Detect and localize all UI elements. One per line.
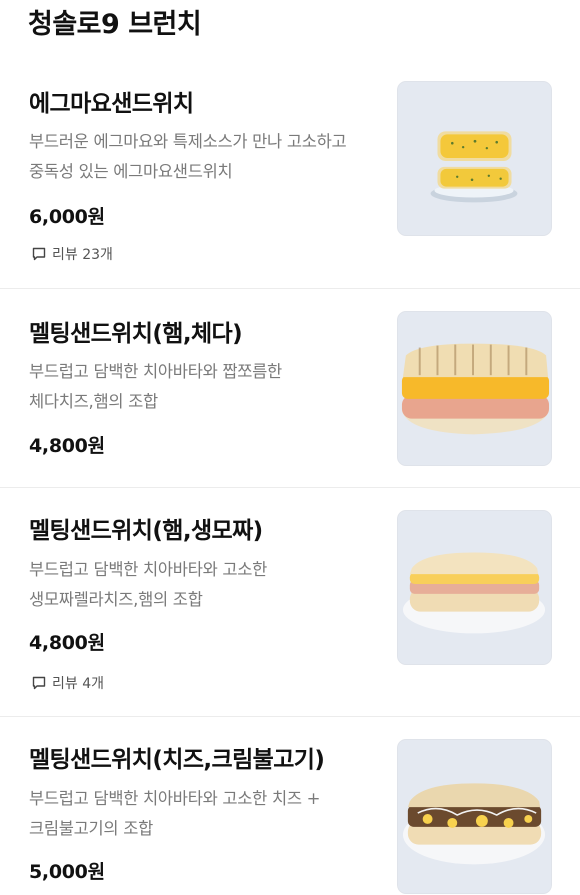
menu-item[interactable]: 멜팅샌드위치(햄,생모짜) 부드럽고 담백한 치아바타와 고소한 생모짜렐라치즈…	[0, 488, 580, 717]
egg-mayo-sandwich-photo[interactable]	[397, 81, 552, 236]
menu-item-description: 부드러운 에그마요와 특제소스가 만나 고소하고 중독성 있는 에그마요샌드위치	[29, 127, 389, 187]
ham-mozzarella-panini-image	[398, 511, 551, 664]
menu-item[interactable]: 멜팅샌드위치(햄,체다) 부드럽고 담백한 치아바타와 짭쪼름한 체다치즈,햄의…	[0, 289, 580, 488]
menu-item-description: 부드럽고 담백한 치아바타와 고소한 치즈 + 크림불고기의 조합	[29, 784, 389, 844]
menu-item-price: 4,800원	[29, 435, 105, 457]
menu-item-description-line: 체다치즈,햄의 조합	[29, 392, 158, 411]
ham-cheddar-panini-photo[interactable]	[397, 311, 552, 466]
menu-item-description-line: 크림불고기의 조합	[29, 819, 153, 838]
egg-mayo-sandwich-image	[398, 82, 551, 235]
cheese-bulgogi-panini-image	[398, 740, 551, 893]
review-count-label: 리뷰 4개	[52, 676, 104, 692]
menu-item-description: 부드럽고 담백한 치아바타와 짭쪼름한 체다치즈,햄의 조합	[29, 357, 389, 417]
menu-page: 청솔로9 브런치 에그마요샌드위치 부드러운 에그마요와 특제소스가 만나 고소…	[0, 0, 580, 895]
menu-item-name: 멜팅샌드위치(햄,체다)	[29, 321, 243, 347]
ham-mozzarella-panini-photo[interactable]	[397, 510, 552, 665]
menu-item-description-line: 부드러운 에그마요와 특제소스가 만나 고소하고	[29, 132, 347, 151]
cheese-bulgogi-panini-photo[interactable]	[397, 739, 552, 894]
menu-item-description: 부드럽고 담백한 치아바타와 고소한 생모짜렐라치즈,햄의 조합	[29, 555, 389, 615]
menu-item-name: 에그마요샌드위치	[29, 91, 194, 117]
menu-item[interactable]: 멜팅샌드위치(치즈,크림불고기) 부드럽고 담백한 치아바타와 고소한 치즈 +…	[0, 717, 580, 895]
menu-item-description-line: 부드럽고 담백한 치아바타와 고소한	[29, 560, 268, 579]
menu-item[interactable]: 에그마요샌드위치 부드러운 에그마요와 특제소스가 만나 고소하고 중독성 있는…	[0, 64, 580, 289]
section-title: 청솔로9 브런치	[28, 9, 202, 40]
menu-item-price: 6,000원	[29, 206, 105, 228]
menu-item-description-line: 부드럽고 담백한 치아바타와 고소한 치즈 +	[29, 789, 321, 808]
menu-item-description-line: 부드럽고 담백한 치아바타와 짭쪼름한	[29, 362, 282, 381]
menu-item-price: 4,800원	[29, 632, 105, 654]
review-count[interactable]: 리뷰 23개	[31, 244, 113, 264]
ham-cheddar-panini-image	[398, 312, 551, 465]
speech-bubble-icon	[32, 676, 46, 690]
menu-item-name: 멜팅샌드위치(치즈,크림불고기)	[29, 747, 325, 773]
review-count-label: 리뷰 23개	[52, 247, 113, 263]
menu-item-name: 멜팅샌드위치(햄,생모짜)	[29, 518, 263, 544]
menu-item-description-line: 생모짜렐라치즈,햄의 조합	[29, 590, 203, 609]
review-count[interactable]: 리뷰 4개	[31, 673, 104, 693]
speech-bubble-icon	[32, 247, 46, 261]
menu-item-description-line: 중독성 있는 에그마요샌드위치	[29, 162, 233, 181]
menu-item-price: 5,000원	[29, 861, 105, 883]
